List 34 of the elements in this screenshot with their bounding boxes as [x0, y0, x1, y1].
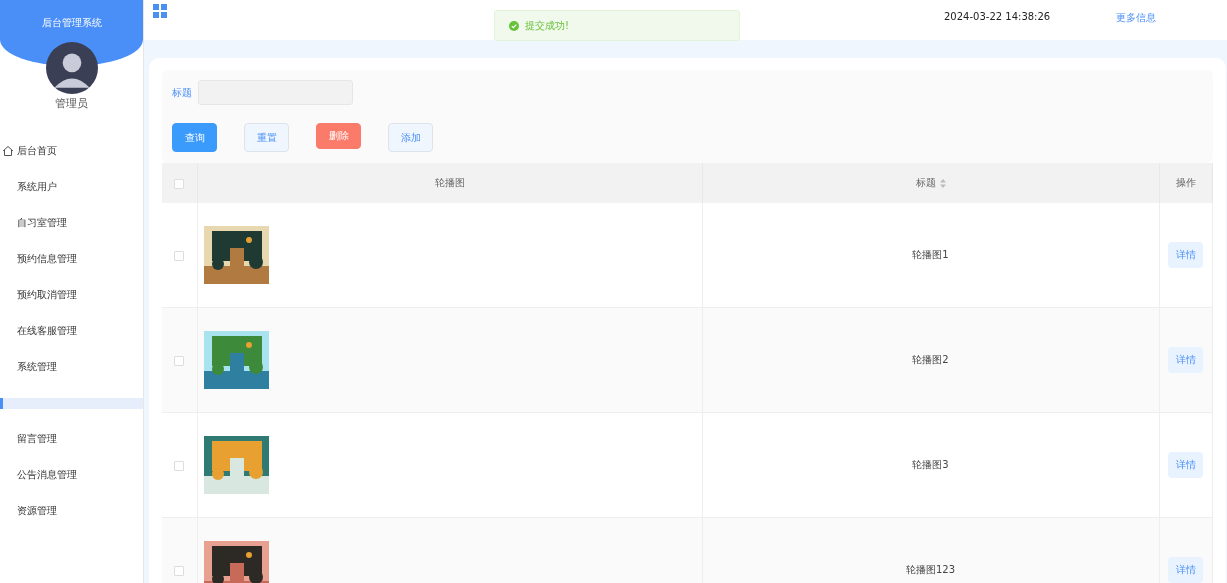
user-name: 管理员: [55, 96, 88, 111]
menu-item[interactable]: 预约信息管理: [0, 241, 143, 277]
menu-item[interactable]: 系统用户: [0, 169, 143, 205]
menu-label: 后台首页: [17, 144, 57, 158]
row-checkbox[interactable]: [174, 460, 185, 471]
date-time: 2024-03-22 14:38:26: [944, 11, 1051, 22]
table-cell: 轮播图3: [912, 459, 949, 470]
column-header: 轮播图: [434, 177, 465, 188]
menu-item[interactable]: 资源管理: [0, 493, 143, 529]
column-header: 操作: [1175, 177, 1196, 188]
grid-icon[interactable]: [153, 4, 167, 18]
row-checkbox[interactable]: [174, 250, 185, 261]
menu-item[interactable]: 系统管理: [0, 349, 143, 385]
menu-highlight[interactable]: [0, 398, 143, 409]
table-cell: 轮播图1: [912, 249, 949, 260]
menu-item[interactable]: 公告消息管理: [0, 457, 143, 493]
table-cell: 轮播图123: [905, 564, 956, 575]
menu-item[interactable]: 预约取消管理: [0, 277, 143, 313]
toast-message: 提交成功!: [525, 18, 569, 33]
menu-item[interactable]: 在线客服管理: [0, 313, 143, 349]
table-cell: 轮播图2: [912, 354, 949, 365]
avatar-icon: [45, 42, 98, 94]
menu-item[interactable]: 留言管理: [0, 421, 143, 457]
menu-item[interactable]: 自习室管理: [0, 205, 143, 241]
app-title: 后台管理系统: [41, 16, 102, 30]
sort-icon[interactable]: [939, 178, 946, 188]
menu-item[interactable]: 后台首页: [0, 133, 143, 169]
check-icon: [509, 20, 519, 31]
select-all-checkbox[interactable]: [174, 178, 185, 189]
row-checkbox[interactable]: [174, 355, 185, 366]
row-checkbox[interactable]: [174, 565, 185, 576]
field-label: 标题: [172, 85, 192, 100]
column-header[interactable]: 标题: [915, 176, 946, 190]
home-icon: [2, 145, 14, 157]
